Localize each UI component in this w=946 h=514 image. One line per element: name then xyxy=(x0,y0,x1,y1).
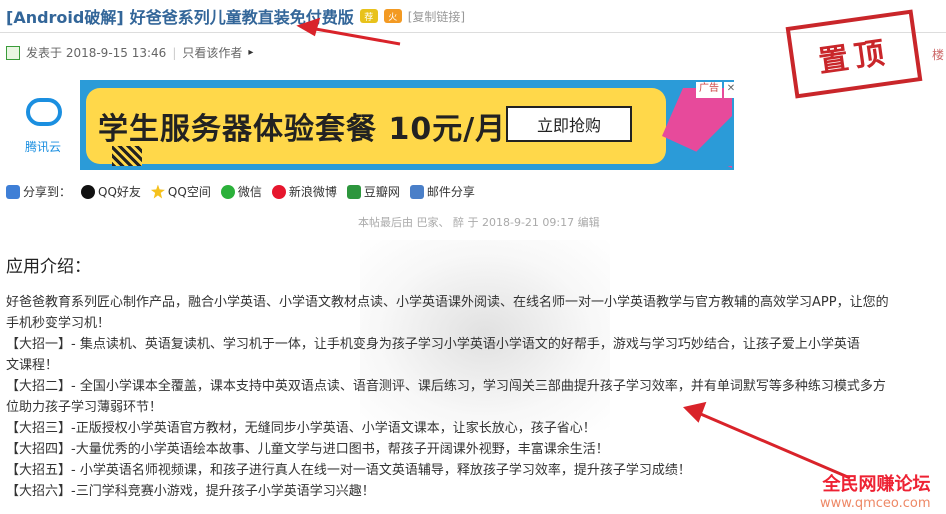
watermark-url: www.qmceo.com xyxy=(820,496,931,511)
site-watermark: 全民网赚论坛 www.qmceo.com xyxy=(820,470,931,511)
watermark-title: 全民网赚论坛 xyxy=(822,474,931,495)
annotation-arrows xyxy=(296,17,851,480)
arrow-top xyxy=(296,17,401,46)
arrow-bottom xyxy=(683,401,851,480)
